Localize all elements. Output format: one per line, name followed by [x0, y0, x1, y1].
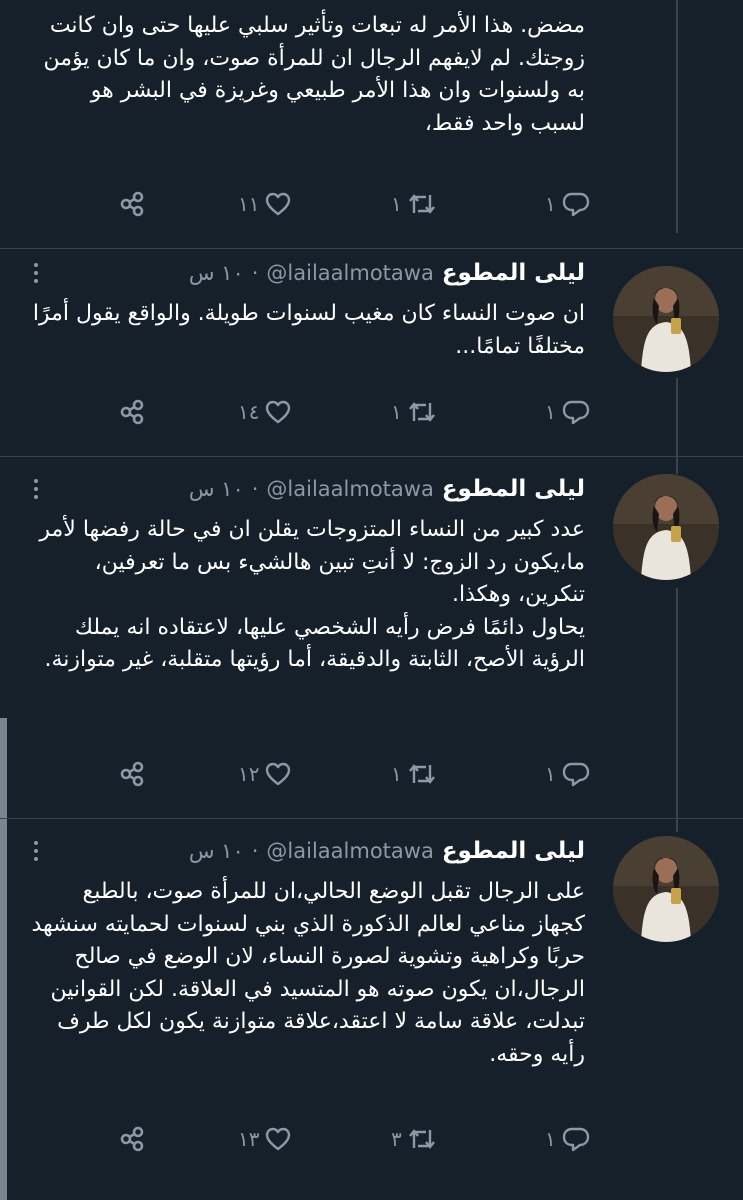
like-count: ١١	[238, 192, 260, 216]
timestamp[interactable]: ١٠ س	[189, 477, 244, 501]
like-icon	[266, 400, 291, 424]
tweet-actions: ١٢ ١ ١	[0, 756, 743, 792]
separator-dot: ·	[251, 477, 259, 501]
like-count: ١٤	[238, 400, 260, 424]
avatar-image	[613, 266, 719, 372]
like-icon	[266, 762, 291, 786]
reply-button[interactable]: ١	[545, 186, 592, 222]
share-icon	[120, 1126, 144, 1152]
tweet-body: على الرجال تقبل الوضع الحالي،ان للمرأة ص…	[30, 876, 585, 1071]
thread-line	[676, 588, 678, 832]
retweet-button[interactable]: ١	[391, 394, 438, 430]
share-icon	[120, 761, 144, 787]
author-name[interactable]: ليلى المطوع	[442, 476, 585, 502]
reply-count: ١	[545, 192, 556, 216]
retweet-button[interactable]: ١	[391, 186, 438, 222]
tweet-header: ليلى المطوع @lailaalmotawa · ١٠ س	[189, 836, 585, 866]
tweet-actions: ١٤ ١ ١	[0, 394, 743, 430]
tweet-header: ليلى المطوع @lailaalmotawa · ١٠ س	[189, 258, 585, 288]
author-handle[interactable]: @lailaalmotawa	[266, 261, 433, 285]
more-icon[interactable]	[28, 258, 44, 288]
tweet-actions: ١٣ ٣ ١	[0, 1121, 743, 1157]
reply-count: ١	[545, 1127, 556, 1151]
reply-icon	[562, 192, 589, 217]
timestamp[interactable]: ١٠ س	[189, 839, 244, 863]
share-button[interactable]	[118, 186, 148, 222]
like-button[interactable]: ١١	[238, 186, 293, 222]
like-icon	[266, 1127, 291, 1151]
tweet-header: ليلى المطوع @lailaalmotawa · ١٠ س	[189, 474, 585, 504]
reply-count: ١	[545, 400, 556, 424]
tweet-text: يحاول دائمًا فرض رأيه الشخصي عليها، لاعت…	[44, 614, 585, 673]
retweet-icon	[408, 194, 435, 214]
tweet-body: عدد كبير من النساء المتزوجات يقلن ان في …	[30, 514, 585, 677]
reply-button[interactable]: ١	[545, 1121, 592, 1157]
tweet-text: على الرجال تقبل الوضع الحالي،ان للمرأة ص…	[31, 879, 585, 1067]
retweet-count: ١	[391, 762, 402, 786]
tweet-body: مضض. هذا الأمر له تبعات وتأثير سلبي عليه…	[30, 10, 585, 140]
avatar-image	[613, 474, 719, 580]
retweet-button[interactable]: ٣	[391, 1121, 438, 1157]
share-icon	[120, 191, 144, 217]
retweet-icon	[408, 402, 435, 422]
retweet-icon	[408, 1129, 435, 1149]
avatar[interactable]	[613, 836, 719, 942]
author-name[interactable]: ليلى المطوع	[442, 838, 585, 864]
more-icon[interactable]	[28, 474, 44, 504]
tweet-divider	[0, 818, 743, 819]
reply-icon	[562, 762, 589, 787]
tweet-body: ان صوت النساء كان مغيب لسنوات طويلة. وال…	[30, 298, 585, 363]
avatar[interactable]	[613, 266, 719, 372]
share-button[interactable]	[118, 1121, 148, 1157]
separator-dot: ·	[251, 839, 259, 863]
retweet-button[interactable]: ١	[391, 756, 438, 792]
tweet-text: مضض. هذا الأمر له تبعات وتأثير سلبي عليه…	[43, 13, 585, 136]
like-count: ١٣	[238, 1127, 260, 1151]
tweet-text: ان صوت النساء كان مغيب لسنوات طويلة. وال…	[32, 301, 585, 359]
retweet-count: ١	[391, 192, 402, 216]
share-icon	[120, 399, 144, 425]
avatar-image	[613, 836, 719, 942]
like-icon	[266, 192, 291, 216]
more-icon[interactable]	[28, 836, 44, 866]
like-button[interactable]: ١٤	[238, 394, 293, 430]
timestamp[interactable]: ١٠ س	[189, 261, 244, 285]
tweet-divider	[0, 248, 743, 249]
like-count: ١٢	[238, 762, 260, 786]
reply-icon	[562, 400, 589, 425]
avatar[interactable]	[613, 474, 719, 580]
like-button[interactable]: ١٢	[238, 756, 293, 792]
reply-count: ١	[545, 762, 556, 786]
tweet-text: عدد كبير من النساء المتزوجات يقلن ان في …	[39, 517, 585, 607]
author-handle[interactable]: @lailaalmotawa	[266, 839, 433, 863]
author-name[interactable]: ليلى المطوع	[442, 260, 585, 286]
tweet-divider	[0, 456, 743, 457]
tweet-actions: ١١ ١ ١	[0, 186, 743, 222]
retweet-count: ٣	[391, 1127, 402, 1151]
share-button[interactable]	[118, 394, 148, 430]
separator-dot: ·	[251, 261, 259, 285]
like-button[interactable]: ١٣	[238, 1121, 293, 1157]
reply-button[interactable]: ١	[545, 394, 592, 430]
reply-icon	[562, 1127, 589, 1152]
share-button[interactable]	[118, 756, 148, 792]
thread-view: مضض. هذا الأمر له تبعات وتأثير سلبي عليه…	[0, 0, 743, 1200]
retweet-icon	[408, 764, 435, 784]
retweet-count: ١	[391, 400, 402, 424]
author-handle[interactable]: @lailaalmotawa	[266, 477, 433, 501]
reply-button[interactable]: ١	[545, 756, 592, 792]
